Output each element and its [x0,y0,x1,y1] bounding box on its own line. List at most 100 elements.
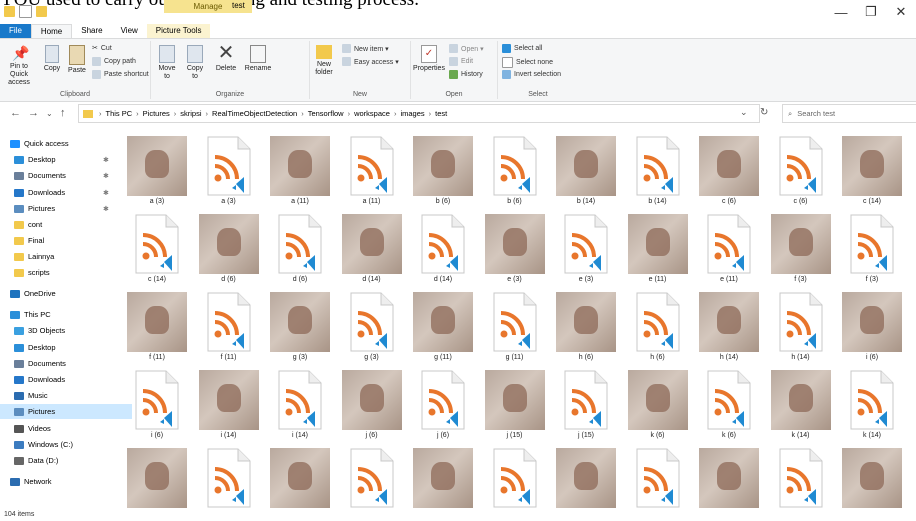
file-item[interactable]: e (11) [694,210,764,288]
breadcrumb-item[interactable]: test [435,109,447,118]
history-button[interactable]: History [449,70,483,79]
file-item[interactable]: a (11) [337,132,407,210]
close-button[interactable]: ✕ [886,0,916,24]
recent-chevron-icon[interactable]: ⌄ [46,109,53,118]
file-item[interactable]: c (6) [694,132,764,210]
search-box[interactable]: ⌕ Search test [782,104,916,123]
breadcrumb-separator-icon[interactable]: › [174,109,177,118]
file-item[interactable]: e (3) [551,210,621,288]
file-item[interactable]: h (14) [766,288,836,366]
tab-home[interactable]: Home [30,24,73,38]
refresh-icon[interactable]: ↻ [760,107,768,118]
breadcrumb-separator-icon[interactable]: › [429,109,432,118]
file-item[interactable]: c (14) [837,132,907,210]
nav-item[interactable]: 3D Objects [0,323,132,338]
file-item[interactable] [408,444,478,512]
breadcrumb-separator-icon[interactable]: › [394,109,397,118]
delete-button[interactable]: ✕ Delete [213,43,239,73]
file-item[interactable]: h (14) [694,288,764,366]
nav-item[interactable]: cont [0,217,132,232]
breadcrumb-item[interactable]: This PC [106,109,133,118]
address-dropdown-icon[interactable]: ⌄ [740,107,748,118]
copy-button[interactable]: Copy [42,45,62,73]
copy-path-button[interactable]: Copy path [92,57,136,66]
breadcrumb-item[interactable]: RealTimeObjectDetection [212,109,297,118]
back-arrow-icon[interactable]: ← [10,107,21,119]
file-item[interactable]: i (14) [194,366,264,444]
nav-item[interactable]: This PC [0,307,128,322]
nav-item[interactable]: Music [0,388,132,403]
new-folder-button[interactable]: New folder [312,45,336,77]
file-item[interactable] [766,444,836,512]
file-item[interactable]: d (14) [337,210,407,288]
file-item[interactable]: a (3) [122,132,192,210]
breadcrumb-separator-icon[interactable]: › [136,109,139,118]
breadcrumb-separator-icon[interactable]: › [348,109,351,118]
file-item[interactable]: j (15) [480,366,550,444]
minimize-button[interactable]: — [826,0,856,24]
nav-item[interactable]: OneDrive [0,286,128,301]
file-item[interactable]: b (6) [480,132,550,210]
file-item[interactable] [551,444,621,512]
file-item[interactable]: k (6) [694,366,764,444]
nav-item[interactable]: Final [0,233,132,248]
copy-to-button[interactable]: Copy to [183,45,207,81]
select-all-button[interactable]: Select all [502,44,542,53]
invert-selection-button[interactable]: Invert selection [502,70,561,79]
file-item[interactable] [623,444,693,512]
tab-view[interactable]: View [112,24,147,38]
nav-item[interactable]: Videos [0,421,132,436]
open-button[interactable]: Open ▾ [449,44,484,53]
nav-item[interactable]: Documents [0,356,132,371]
move-to-button[interactable]: Move to [155,45,179,81]
nav-item[interactable]: Desktop ✱ [0,152,132,167]
file-item[interactable]: e (3) [480,210,550,288]
paste-shortcut-button[interactable]: Paste shortcut [92,70,149,79]
file-item[interactable]: i (6) [837,288,907,366]
file-item[interactable]: g (3) [265,288,335,366]
pin-quick-access-button[interactable]: 📌 Pin to Quick access [2,45,36,87]
file-item[interactable]: k (14) [766,366,836,444]
file-item[interactable]: g (11) [408,288,478,366]
tab-share[interactable]: Share [72,24,111,38]
file-item[interactable] [265,444,335,512]
file-item[interactable]: c (6) [766,132,836,210]
nav-item[interactable]: Documents ✱ [0,168,132,183]
file-item[interactable]: g (3) [337,288,407,366]
address-bar[interactable]: › This PC › Pictures › skripsi › RealTimeObject… [78,104,760,123]
file-item[interactable] [480,444,550,512]
nav-item[interactable]: Downloads ✱ [0,185,132,200]
search-input[interactable]: Search test [797,109,835,118]
file-item[interactable]: a (11) [265,132,335,210]
file-item[interactable]: i (14) [265,366,335,444]
file-item[interactable]: b (14) [623,132,693,210]
easy-access-button[interactable]: Easy access ▾ [342,57,399,66]
file-item[interactable]: b (6) [408,132,478,210]
file-item[interactable]: a (3) [194,132,264,210]
cut-button[interactable]: ✂ Cut [92,44,112,53]
nav-item[interactable]: Quick access [0,136,128,151]
nav-item[interactable]: scripts [0,265,132,280]
new-folder-qat-icon[interactable] [36,6,47,17]
properties-button[interactable]: ✓ Properties [413,45,445,73]
up-arrow-icon[interactable]: ↑ [60,107,66,119]
file-item[interactable]: e (11) [623,210,693,288]
file-item[interactable]: k (6) [623,366,693,444]
nav-item[interactable]: Network [0,474,128,489]
file-item[interactable]: f (3) [766,210,836,288]
nav-item[interactable]: Pictures [0,404,132,419]
properties-qat-icon[interactable] [19,5,32,18]
file-item[interactable]: g (11) [480,288,550,366]
file-item[interactable]: f (11) [122,288,192,366]
breadcrumb-item[interactable]: Tensorflow [308,109,344,118]
nav-item[interactable]: Desktop [0,340,132,355]
file-item[interactable]: d (6) [194,210,264,288]
rename-button[interactable]: Rename [243,45,273,73]
breadcrumb-item[interactable]: workspace [354,109,390,118]
file-item[interactable]: i (6) [122,366,192,444]
file-item[interactable]: b (14) [551,132,621,210]
file-item[interactable]: h (6) [623,288,693,366]
nav-item[interactable]: Windows (C:) [0,437,132,452]
maximize-button[interactable]: ❐ [856,0,886,24]
tab-file[interactable]: File [0,24,31,38]
